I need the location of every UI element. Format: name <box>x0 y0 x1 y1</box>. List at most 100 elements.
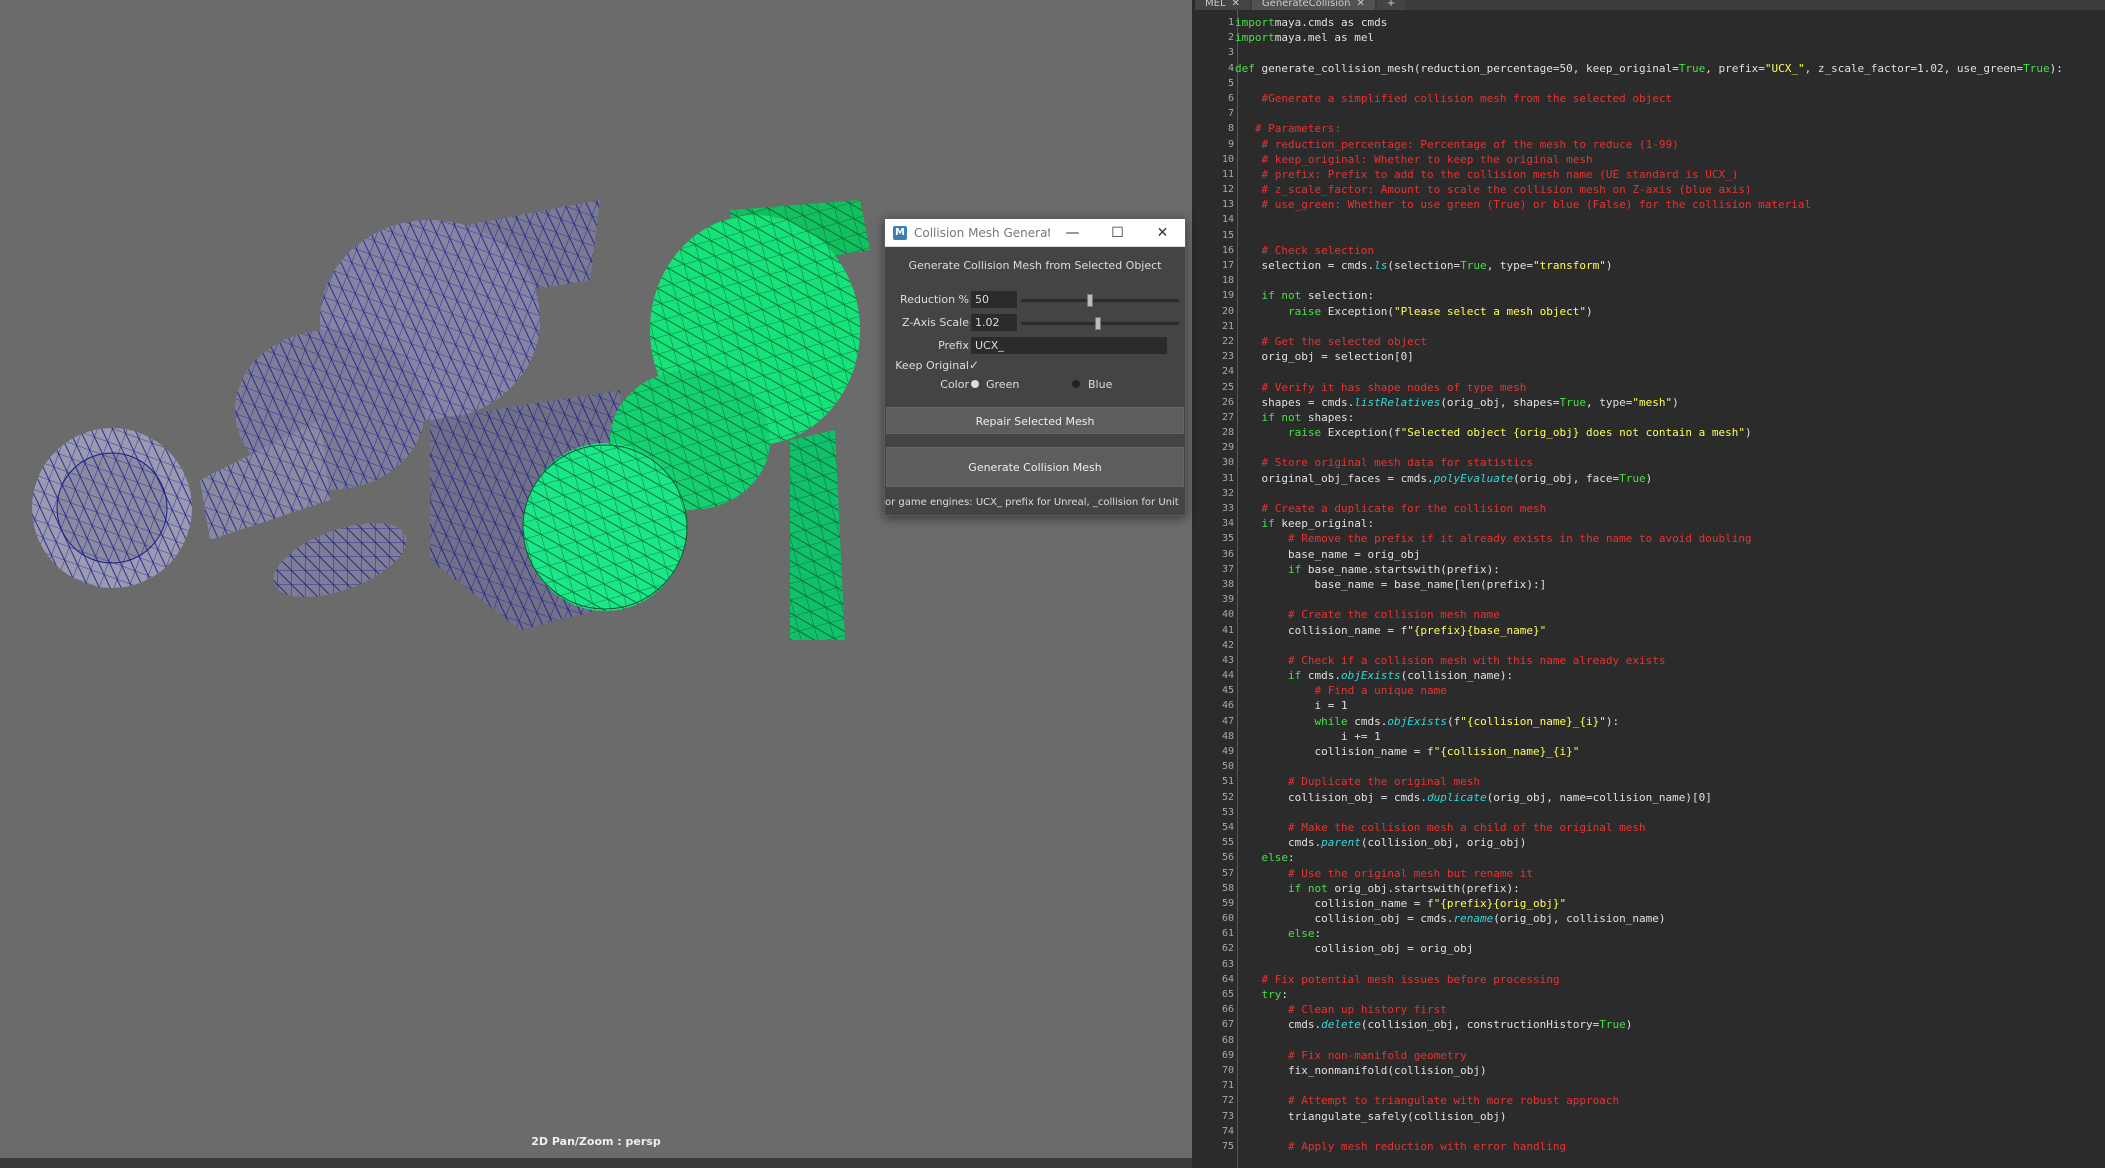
code-line[interactable]: if base_name.startswith(prefix): <box>1235 562 2103 577</box>
code-line[interactable]: # Fix potential mesh issues before proce… <box>1235 972 2103 987</box>
code-line[interactable]: # Attempt to triangulate with more robus… <box>1235 1093 2103 1108</box>
code-line[interactable]: collision_name = f"{collision_name}_{i}" <box>1235 744 2103 759</box>
code-line[interactable] <box>1235 364 2103 379</box>
code-line[interactable] <box>1235 638 2103 653</box>
dialog-titlebar[interactable]: M Collision Mesh Generat... — ☐ ✕ <box>885 219 1185 247</box>
code-line[interactable]: base_name = base_name[len(prefix):] <box>1235 577 2103 592</box>
code-line[interactable]: # Check if a collision mesh with this na… <box>1235 653 2103 668</box>
code-line[interactable]: i = 1 <box>1235 698 2103 713</box>
prefix-input[interactable] <box>971 337 1167 354</box>
code-line[interactable]: # reduction_percentage: Percentage of th… <box>1235 137 2103 152</box>
code-line[interactable] <box>1235 45 2103 60</box>
code-line[interactable]: # Store original mesh data for statistic… <box>1235 455 2103 470</box>
code-line[interactable] <box>1235 440 2103 455</box>
code-line[interactable]: # Create a duplicate for the collision m… <box>1235 501 2103 516</box>
code-line[interactable]: selection = cmds.ls(selection=True, type… <box>1235 258 2103 273</box>
code-line[interactable]: cmds.delete(collision_obj, constructionH… <box>1235 1017 2103 1032</box>
code-line[interactable]: while cmds.objExists(f"{collision_name}_… <box>1235 714 2103 729</box>
code-line[interactable]: # Duplicate the original mesh <box>1235 774 2103 789</box>
reduction-slider-thumb[interactable] <box>1087 294 1094 307</box>
code-line[interactable]: cmds.parent(collision_obj, orig_obj) <box>1235 835 2103 850</box>
code-line[interactable]: # prefix: Prefix to add to the collision… <box>1235 167 2103 182</box>
code-line[interactable] <box>1235 273 2103 288</box>
code-line[interactable] <box>1235 957 2103 972</box>
code-line[interactable]: # Parameters: <box>1235 121 2103 136</box>
code-line[interactable]: if not shapes: <box>1235 410 2103 425</box>
repair-mesh-button[interactable]: Repair Selected Mesh <box>886 407 1184 434</box>
code-line[interactable]: #Generate a simplified collision mesh fr… <box>1235 91 2103 106</box>
code-line[interactable]: i += 1 <box>1235 729 2103 744</box>
code-line[interactable] <box>1235 319 2103 334</box>
code-line[interactable] <box>1235 228 2103 243</box>
code-line[interactable]: # Fix non-manifold geometry <box>1235 1048 2103 1063</box>
close-button[interactable]: ✕ <box>1140 225 1185 241</box>
code-line[interactable]: fix_nonmanifold(collision_obj) <box>1235 1063 2103 1078</box>
code-line[interactable]: # Make the collision mesh a child of the… <box>1235 820 2103 835</box>
code-line[interactable]: shapes = cmds.listRelatives(orig_obj, sh… <box>1235 395 2103 410</box>
code-line[interactable]: importmaya.cmds as cmds <box>1235 15 2103 30</box>
close-icon[interactable]: ✕ <box>1232 0 1240 10</box>
code-line[interactable] <box>1235 759 2103 774</box>
code-line[interactable]: collision_name = f"{prefix}{base_name}" <box>1235 623 2103 638</box>
code-line[interactable] <box>1235 1033 2103 1048</box>
code-line[interactable] <box>1235 76 2103 91</box>
code-line[interactable]: if keep_original: <box>1235 516 2103 531</box>
code-line[interactable]: raise Exception(f"Selected object {orig_… <box>1235 425 2103 440</box>
code-line[interactable]: orig_obj = selection[0] <box>1235 349 2103 364</box>
tab-mel[interactable]: MEL ✕ <box>1195 0 1250 10</box>
code-line[interactable]: # keep_original: Whether to keep the ori… <box>1235 152 2103 167</box>
add-tab-button[interactable]: + <box>1376 0 1406 10</box>
color-blue-radio[interactable] <box>1072 380 1080 388</box>
code-line[interactable]: base_name = orig_obj <box>1235 547 2103 562</box>
code-line[interactable] <box>1235 1078 2103 1093</box>
reduction-slider[interactable] <box>1021 294 1179 307</box>
code-line[interactable] <box>1235 592 2103 607</box>
code-line[interactable]: # Find a unique name <box>1235 683 2103 698</box>
code-line[interactable]: original_obj_faces = cmds.polyEvaluate(o… <box>1235 471 2103 486</box>
code-line[interactable] <box>1235 106 2103 121</box>
code-line[interactable]: # Verify it has shape nodes of type mesh <box>1235 380 2103 395</box>
code-line[interactable]: try: <box>1235 987 2103 1002</box>
code-line[interactable]: importmaya.mel as mel <box>1235 30 2103 45</box>
code-line[interactable]: if not selection: <box>1235 288 2103 303</box>
code-line[interactable]: raise Exception("Please select a mesh ob… <box>1235 304 2103 319</box>
reduction-input[interactable] <box>971 291 1017 308</box>
code-line[interactable]: # Clean up history first <box>1235 1002 2103 1017</box>
code-line[interactable]: # Apply mesh reduction with error handli… <box>1235 1139 2103 1154</box>
viewport-scene[interactable] <box>0 0 1192 1168</box>
close-icon[interactable]: ✕ <box>1357 0 1365 10</box>
code-line[interactable] <box>1235 805 2103 820</box>
code-line[interactable]: # z_scale_factor: Amount to scale the co… <box>1235 182 2103 197</box>
code-line[interactable]: def generate_collision_mesh(reduction_pe… <box>1235 61 2103 76</box>
keep-original-checkbox[interactable]: ✓ <box>969 358 979 372</box>
code-line[interactable]: # use_green: Whether to use green (True)… <box>1235 197 2103 212</box>
zscale-input[interactable] <box>971 314 1017 331</box>
tab-generatecollision[interactable]: GenerateCollision ✕ <box>1251 0 1375 10</box>
code-line[interactable]: # Create the collision mesh name <box>1235 607 2103 622</box>
code-line[interactable]: triangulate_safely(collision_obj) <box>1235 1109 2103 1124</box>
code-line[interactable] <box>1235 212 2103 227</box>
code-area[interactable]: importmaya.cmds as cmds importmaya.mel as… <box>1235 15 2103 1154</box>
code-line[interactable]: collision_obj = cmds.duplicate(orig_obj,… <box>1235 790 2103 805</box>
zscale-slider[interactable] <box>1021 317 1179 330</box>
code-line[interactable]: collision_obj = cmds.rename(orig_obj, co… <box>1235 911 2103 926</box>
code-line[interactable]: # Use the original mesh but rename it <box>1235 866 2103 881</box>
viewport-scrollbar[interactable] <box>0 1158 1192 1168</box>
viewport-panel[interactable]: 2D Pan/Zoom : persp <box>0 0 1192 1168</box>
code-line[interactable]: # Get the selected object <box>1235 334 2103 349</box>
code-line[interactable]: collision_name = f"{prefix}{orig_obj}" <box>1235 896 2103 911</box>
code-line[interactable]: else: <box>1235 926 2103 941</box>
code-line[interactable]: collision_obj = orig_obj <box>1235 941 2103 956</box>
code-line[interactable] <box>1235 1124 2103 1139</box>
color-green-radio[interactable] <box>971 380 979 388</box>
code-line[interactable] <box>1235 486 2103 501</box>
generate-collision-button[interactable]: Generate Collision Mesh <box>886 447 1184 487</box>
code-line[interactable]: # Check selection <box>1235 243 2103 258</box>
code-line[interactable]: # Remove the prefix if it already exists… <box>1235 531 2103 546</box>
maximize-button[interactable]: ☐ <box>1095 225 1140 241</box>
minimize-button[interactable]: — <box>1050 225 1095 241</box>
code-line[interactable]: if not orig_obj.startswith(prefix): <box>1235 881 2103 896</box>
zscale-slider-thumb[interactable] <box>1095 317 1102 330</box>
code-line[interactable]: else: <box>1235 850 2103 865</box>
code-line[interactable]: if cmds.objExists(collision_name): <box>1235 668 2103 683</box>
